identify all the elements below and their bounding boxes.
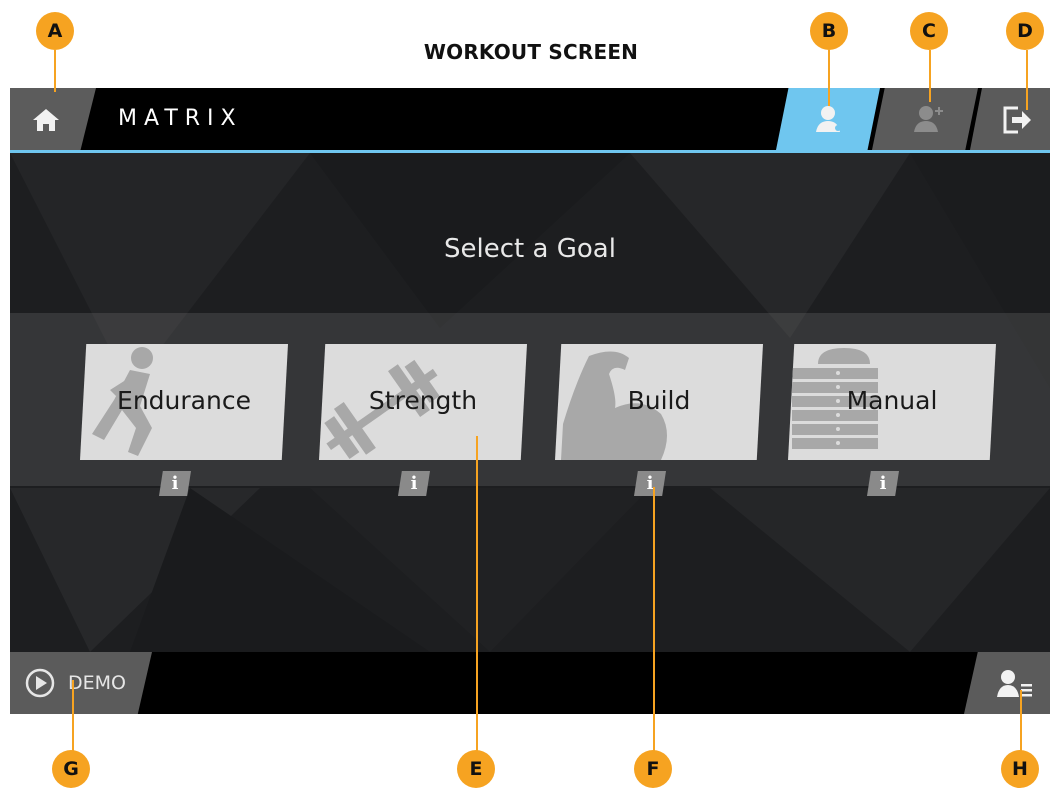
callout-leader-f [653, 487, 655, 752]
info-button-endurance[interactable]: i [159, 471, 191, 496]
add-user-icon [914, 106, 943, 132]
info-button-strength[interactable]: i [398, 471, 430, 496]
goal-build-button[interactable]: Build [555, 344, 763, 460]
callout-leader-c [929, 50, 931, 102]
select-goal-heading: Select a Goal [444, 234, 616, 264]
callout-marker-e: E [457, 750, 495, 788]
matrix-logo: MATRIX [118, 106, 243, 131]
topbar-accent-line [10, 150, 1050, 153]
user-profile-icon [816, 106, 841, 132]
demo-button[interactable]: DEMO [10, 652, 152, 714]
callout-marker-a: A [36, 12, 74, 50]
home-button[interactable] [10, 88, 96, 150]
callout-marker-c: C [910, 12, 948, 50]
goal-label: Build [627, 386, 691, 415]
goal-manual-button[interactable]: Manual [788, 344, 996, 460]
callout-leader-b [828, 50, 830, 106]
bottom-bar: DEMO [10, 652, 1050, 714]
callout-leader-g [72, 680, 74, 752]
goal-strength-button[interactable]: Strength [319, 344, 527, 460]
callout-marker-h: H [1001, 750, 1039, 788]
goal-label: Strength [368, 386, 478, 415]
home-icon [33, 109, 59, 131]
callout-leader-h [1020, 690, 1022, 752]
user-list-icon [997, 670, 1032, 697]
page-title: WORKOUT SCREEN [423, 40, 639, 64]
callout-marker-f: F [634, 750, 672, 788]
callout-marker-g: G [52, 750, 90, 788]
callout-leader-a [54, 50, 56, 92]
info-button-build[interactable]: i [634, 471, 666, 496]
callout-marker-b: B [810, 12, 848, 50]
goal-label: Endurance [117, 386, 251, 415]
goal-label: Manual [846, 386, 938, 415]
callout-marker-d: D [1006, 12, 1044, 50]
play-icon [25, 668, 55, 698]
info-button-manual[interactable]: i [867, 471, 899, 496]
logout-button[interactable] [970, 88, 1050, 150]
demo-label: DEMO [68, 672, 126, 694]
logout-icon [1003, 106, 1031, 134]
workout-screen: MATRIX Select a Goal Endurance Strength … [10, 88, 1050, 714]
callout-leader-d [1026, 50, 1028, 110]
callout-leader-e [476, 436, 478, 752]
add-user-button[interactable] [872, 88, 978, 150]
user-list-button[interactable] [964, 652, 1050, 714]
top-bar: MATRIX [10, 88, 1050, 150]
goal-endurance-button[interactable]: Endurance [80, 344, 288, 460]
